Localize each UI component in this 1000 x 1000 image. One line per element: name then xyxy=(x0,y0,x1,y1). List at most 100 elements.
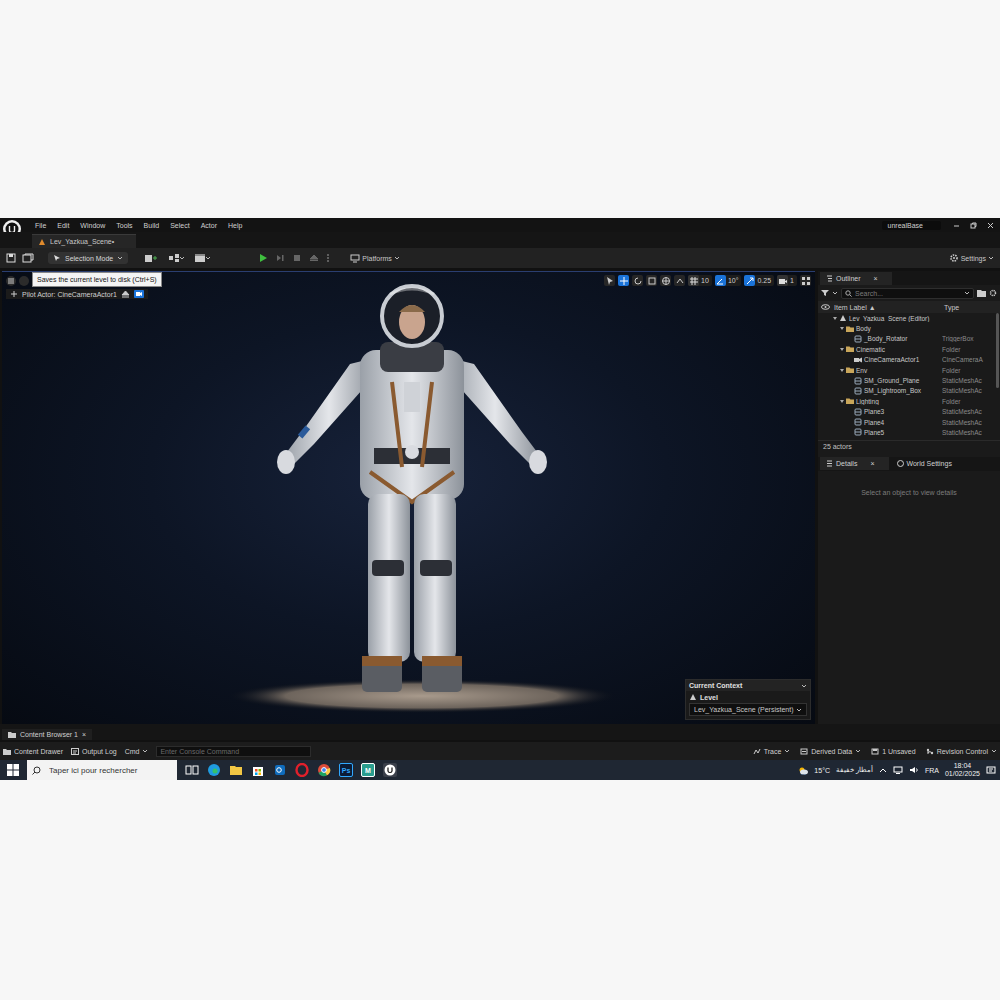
scale-icon[interactable] xyxy=(646,275,657,286)
camera-view-icon[interactable] xyxy=(134,290,144,298)
add-actor-icon[interactable] xyxy=(144,253,158,263)
status-item[interactable]: 1 Unsaved xyxy=(871,748,915,755)
unreal-icon[interactable] xyxy=(383,763,397,777)
volume-icon[interactable] xyxy=(909,766,919,774)
close-icon[interactable] xyxy=(987,222,994,229)
select-icon[interactable] xyxy=(604,275,615,286)
menu-item[interactable]: Tools xyxy=(116,222,132,229)
level-dropdown[interactable]: Lev_Yazkua_Scene (Persistent) xyxy=(689,703,807,716)
taskbar-search[interactable] xyxy=(27,760,177,780)
cinematics-icon[interactable] xyxy=(194,253,210,263)
maximize-icon[interactable] xyxy=(970,222,977,229)
status-item[interactable]: Content Drawer xyxy=(3,748,63,755)
eject-icon[interactable] xyxy=(309,253,319,263)
network-icon[interactable] xyxy=(893,766,903,774)
outliner-search-input[interactable] xyxy=(855,290,961,297)
outliner-row[interactable]: SM_Ground_PlaneStaticMeshAc xyxy=(818,375,995,385)
menu-item[interactable]: Build xyxy=(144,222,160,229)
snap-control[interactable]: 10 xyxy=(688,275,712,286)
outliner-row[interactable]: EnvFolder xyxy=(818,365,995,375)
minimize-icon[interactable] xyxy=(953,222,960,229)
perspective-button[interactable] xyxy=(19,276,29,286)
add-folder-icon[interactable] xyxy=(977,289,986,297)
more-icon[interactable] xyxy=(326,253,330,263)
surface-snap-icon[interactable] xyxy=(674,275,685,286)
viewport[interactable]: Saves the current level to disk (Ctrl+S)… xyxy=(2,271,815,724)
outliner-search-field[interactable] xyxy=(841,288,974,299)
gear-icon[interactable] xyxy=(989,289,997,297)
outliner-row[interactable]: Plane4StaticMeshAc xyxy=(818,417,995,427)
content-browser-tab[interactable]: Content Browser 1× xyxy=(2,729,92,740)
outliner-row[interactable]: Plane3StaticMeshAc xyxy=(818,407,995,417)
status-item[interactable]: Trace xyxy=(753,748,791,755)
outliner-row[interactable]: LightingFolder xyxy=(818,396,995,406)
column-header[interactable]: Type xyxy=(944,304,959,311)
outlook-icon[interactable] xyxy=(273,763,287,777)
notification-icon[interactable] xyxy=(986,766,996,775)
selection-mode-dropdown[interactable]: Selection Mode xyxy=(48,252,128,264)
details-tab[interactable]: World Settings xyxy=(891,457,966,470)
tab-close[interactable]: × xyxy=(870,460,874,467)
snap-control[interactable]: 0.25 xyxy=(744,275,774,286)
outliner-scrollbar[interactable] xyxy=(996,313,999,388)
outliner-row[interactable]: Plane5StaticMeshAc xyxy=(818,427,995,437)
outliner-row[interactable]: Lev_Yazkua_Scene (Editor) xyxy=(818,313,995,323)
weather-icon[interactable] xyxy=(798,766,808,775)
document-tab[interactable]: Lev_Yazkua_Scene• xyxy=(32,234,136,248)
snap-toggle-icon[interactable] xyxy=(688,275,699,286)
outliner-row[interactable]: SM_Lightroom_BoxStaticMeshAc xyxy=(818,386,995,396)
viewport-options-button[interactable] xyxy=(6,276,16,286)
menu-item[interactable]: Window xyxy=(80,222,105,229)
menu-item[interactable]: Actor xyxy=(201,222,217,229)
snap-toggle-icon[interactable] xyxy=(744,275,755,286)
expand-arrow[interactable] xyxy=(840,400,844,403)
current-context-header[interactable]: Current Context xyxy=(686,680,810,691)
outliner-row[interactable]: Body xyxy=(818,323,995,333)
menu-item[interactable]: Edit xyxy=(57,222,69,229)
step-icon[interactable] xyxy=(275,253,285,263)
blueprint-icon[interactable] xyxy=(168,253,184,263)
settings-button[interactable]: Settings xyxy=(949,253,994,263)
outliner-row[interactable]: CineCameraActor1CineCameraA xyxy=(818,355,995,365)
menu-item[interactable]: File xyxy=(35,222,46,229)
console-input[interactable] xyxy=(156,746,311,757)
store-icon[interactable] xyxy=(251,763,265,777)
clock[interactable]: 18:0401/02/2025 xyxy=(945,762,980,778)
tab-close[interactable]: × xyxy=(874,275,878,282)
outliner-row[interactable]: CinematicFolder xyxy=(818,344,995,354)
save-icon[interactable] xyxy=(6,253,16,263)
world-icon[interactable] xyxy=(660,275,671,286)
windows-start-icon[interactable] xyxy=(7,764,19,776)
status-item[interactable]: Derived Data xyxy=(800,748,861,755)
details-tab[interactable]: Details× xyxy=(820,457,889,470)
snap-control[interactable]: 10° xyxy=(715,275,742,286)
tray-chevron-icon[interactable] xyxy=(879,767,887,773)
stop-icon[interactable] xyxy=(292,253,302,263)
opera-icon[interactable] xyxy=(295,763,309,777)
input-language[interactable]: FRA xyxy=(925,767,939,774)
status-item[interactable]: Cmd xyxy=(125,748,149,755)
menu-item[interactable]: Select xyxy=(170,222,189,229)
play-icon[interactable] xyxy=(258,253,268,263)
expand-arrow[interactable] xyxy=(840,369,844,372)
rotate-icon[interactable] xyxy=(632,275,643,286)
column-header[interactable]: Item Label ▲ xyxy=(830,304,944,311)
app-icon[interactable]: M xyxy=(361,763,375,777)
caret-icon[interactable] xyxy=(832,290,838,296)
browse-icon[interactable] xyxy=(22,253,34,263)
status-item[interactable]: Output Log xyxy=(71,748,117,755)
snap-toggle-icon[interactable] xyxy=(777,275,788,286)
chrome-icon[interactable] xyxy=(317,763,331,777)
translate-icon[interactable] xyxy=(618,275,629,286)
status-item[interactable]: Revision Control xyxy=(926,748,997,755)
photoshop-icon[interactable]: Ps xyxy=(339,763,353,777)
outliner-row[interactable]: _Body_RotatorTriggerBox xyxy=(818,334,995,344)
expand-arrow[interactable] xyxy=(833,317,837,320)
tab-close[interactable]: × xyxy=(82,731,86,738)
taskbar-search-input[interactable] xyxy=(47,765,172,776)
edge-icon[interactable] xyxy=(207,763,221,777)
file-explorer-icon[interactable] xyxy=(229,763,243,777)
task-view-icon[interactable] xyxy=(185,763,199,777)
layout-icon[interactable] xyxy=(800,275,811,286)
menu-item[interactable]: Help xyxy=(228,222,242,229)
